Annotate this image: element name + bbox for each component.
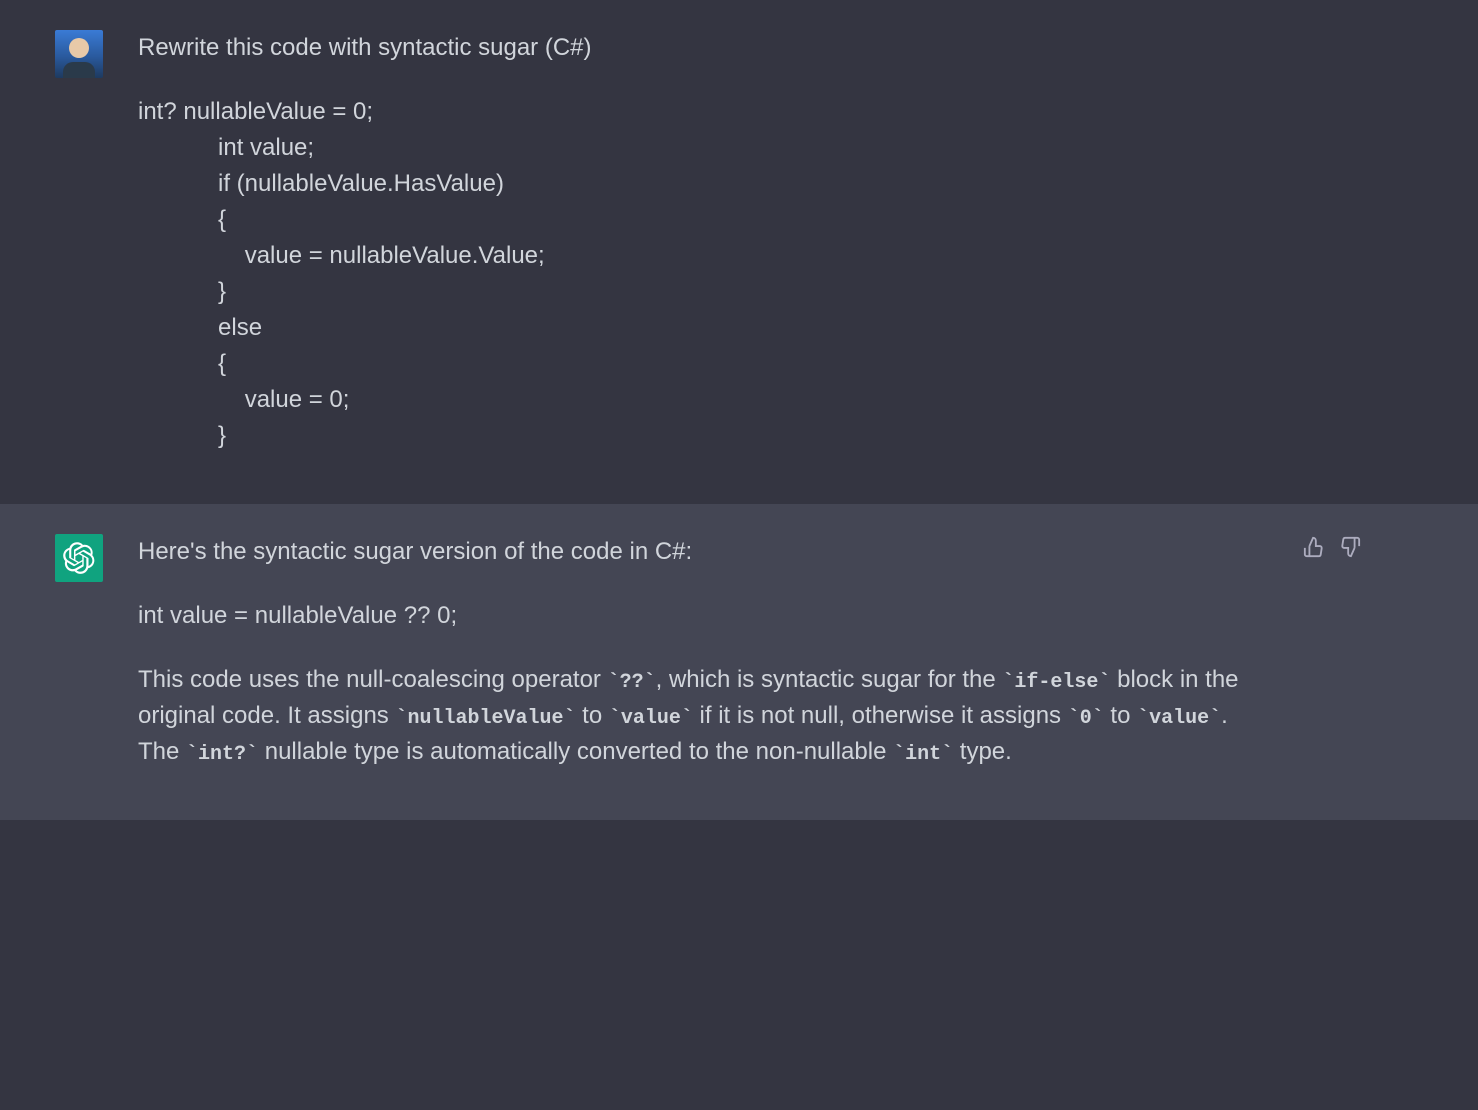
thumbs-down-button[interactable] (1339, 536, 1361, 770)
inline-code: `value` (1137, 707, 1221, 730)
inline-code: `if-else` (1002, 671, 1110, 694)
assistant-content: Here's the syntactic sugar version of th… (138, 534, 1268, 770)
inline-code: `value` (609, 707, 693, 730)
user-message: Rewrite this code with syntactic sugar (… (0, 0, 1478, 504)
assistant-explanation: This code uses the null-coalescing opera… (138, 662, 1268, 770)
thumbs-up-icon (1303, 536, 1325, 558)
openai-logo-icon (63, 542, 95, 574)
assistant-avatar (55, 534, 103, 582)
assistant-code: int value = nullableValue ?? 0; (138, 598, 1268, 634)
message-actions (1303, 536, 1361, 770)
thumbs-up-button[interactable] (1303, 536, 1325, 770)
inline-code: `nullableValue` (395, 707, 575, 730)
inline-code: `int` (893, 743, 953, 766)
footer-area (0, 820, 1478, 1020)
user-avatar (55, 30, 103, 78)
assistant-message: Here's the syntactic sugar version of th… (0, 504, 1478, 820)
thumbs-down-icon (1339, 536, 1361, 558)
inline-code: `int?` (186, 743, 258, 766)
user-content: Rewrite this code with syntactic sugar (… (138, 30, 1268, 454)
inline-code: `??` (608, 671, 656, 694)
user-code-block: int? nullableValue = 0; int value; if (n… (138, 94, 1268, 454)
assistant-intro: Here's the syntactic sugar version of th… (138, 534, 1268, 570)
user-prompt: Rewrite this code with syntactic sugar (… (138, 30, 1268, 66)
inline-code: `0` (1068, 707, 1104, 730)
